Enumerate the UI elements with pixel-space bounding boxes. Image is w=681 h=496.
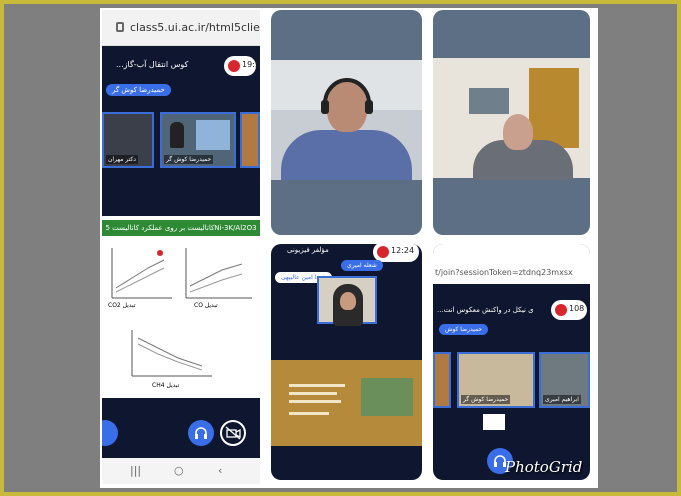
- session-title: مؤلفر فیزیونی: [287, 246, 329, 254]
- camera-off-icon: [225, 426, 241, 440]
- record-icon: [228, 60, 240, 72]
- record-time: 12:24: [391, 246, 415, 255]
- address-url: t/join?sessionToken=ztdnq23mxsx: [435, 268, 573, 277]
- address-bar[interactable]: t/join?sessionToken=ztdnq23mxsx: [433, 244, 590, 284]
- slide-charts: [111, 248, 252, 377]
- webcam-panel-top-middle: [271, 10, 422, 235]
- browser-panel-left: class5.ui.ac.ir/html5client/j 19:5 ...کو…: [102, 10, 260, 484]
- webcam-video: [271, 60, 422, 180]
- person-face: [340, 292, 356, 310]
- lock-icon: [116, 22, 124, 32]
- webcam-video: [433, 58, 590, 180]
- webcam-tile[interactable]: حمیدرضا کوش گر: [457, 352, 535, 408]
- record-icon: [377, 246, 389, 258]
- webcam-label: دکتر مهران: [106, 155, 138, 164]
- slide-text-line: [289, 400, 341, 403]
- record-time: 19:5: [242, 60, 260, 69]
- android-nav-bar: ||| ○ ‹: [102, 458, 260, 484]
- session-title: ...کوس انتقال آب-گاز: [116, 60, 189, 69]
- session-title: ...ی نیکل در واکنش معکوس انت: [437, 306, 534, 314]
- camera-button[interactable]: [220, 420, 246, 446]
- slide-text-line: [289, 412, 329, 415]
- record-time: 108: [569, 304, 585, 313]
- slide-text-line: [289, 384, 345, 387]
- webcam-tile[interactable]: [433, 352, 451, 408]
- recents-icon[interactable]: |||: [130, 464, 141, 477]
- meeting-panel-bottom-middle: 12:24 مؤلفر فیزیونی شعله امیری شیدا امین…: [271, 244, 422, 480]
- presenter-pill[interactable]: حمیدرضا کوش گر: [106, 84, 171, 96]
- window-curtain: [196, 120, 230, 150]
- person-figure: [170, 122, 184, 148]
- presentation-slide: کاتالیست بر روی عملکرد کاتالیست 5Ni-3K/A…: [102, 216, 260, 398]
- presenter-pill[interactable]: حمیدرضا کوش: [439, 324, 489, 335]
- webcam-label: ابراهیم امیری: [543, 395, 581, 404]
- more-button[interactable]: [102, 420, 118, 446]
- home-icon[interactable]: ○: [174, 464, 184, 477]
- record-timer[interactable]: 108: [551, 300, 587, 320]
- slide-thumbnail[interactable]: [483, 414, 505, 430]
- meeting-panel-bottom-right: t/join?sessionToken=ztdnq23mxsx 108 ...ی…: [433, 244, 590, 480]
- address-bar[interactable]: class5.ui.ac.ir/html5client/j: [102, 10, 260, 46]
- photogrid-watermark: PhotoGrid: [505, 458, 583, 476]
- wall-picture: [469, 88, 509, 114]
- slide-photo: [361, 378, 413, 416]
- chart-label-ch4: CH4 تبدیل: [152, 382, 180, 389]
- record-timer[interactable]: 12:24: [373, 244, 419, 262]
- webcam-label: حمیدرضا کوش گر: [164, 155, 214, 164]
- back-icon[interactable]: ‹: [218, 464, 222, 477]
- meeting-controls: [102, 398, 260, 458]
- chart-co: [185, 248, 252, 299]
- chart-ch4: [131, 330, 212, 377]
- presentation-slide: [271, 360, 422, 446]
- slide-text-line: [289, 392, 337, 395]
- webcam-label: حمیدرضا کوش گر: [461, 395, 511, 404]
- webcam-panel-top-right: [433, 10, 590, 235]
- record-icon: [555, 304, 567, 316]
- chart-co2: [111, 248, 172, 299]
- window-blinds: [529, 68, 579, 148]
- chart-label-co2: CO2 تبدیل: [108, 302, 136, 309]
- user-pill[interactable]: شعله امیری: [341, 260, 383, 271]
- meeting-header: 19:5 ...کوس انتقال آب-گاز حمیدرضا کوش گر: [102, 46, 260, 104]
- webcam-tile[interactable]: دکتر مهران: [102, 112, 154, 168]
- address-url: class5.ui.ac.ir/html5client/j: [130, 21, 260, 34]
- webcam-tile[interactable]: ابراهیم امیری: [539, 352, 590, 408]
- headphone-icon: [195, 427, 207, 439]
- headset-icon: [321, 78, 373, 114]
- chart-label-co: CO تبدیل: [194, 302, 218, 309]
- webcam-tile[interactable]: حمیدرضا کوش گر: [160, 112, 236, 168]
- webcam-strip: دکتر مهران حمیدرضا کوش گر: [102, 104, 260, 216]
- slide-title: کاتالیست بر روی عملکرد کاتالیست 5Ni-3K/A…: [102, 220, 260, 236]
- meeting-header: 12:24 مؤلفر فیزیونی شعله امیری شیدا امین…: [271, 244, 422, 283]
- webcam-tile[interactable]: [240, 112, 260, 168]
- webcam-tile[interactable]: [317, 276, 377, 326]
- record-timer[interactable]: 19:5: [224, 56, 260, 76]
- audio-button[interactable]: [188, 420, 214, 446]
- person-head: [503, 114, 533, 150]
